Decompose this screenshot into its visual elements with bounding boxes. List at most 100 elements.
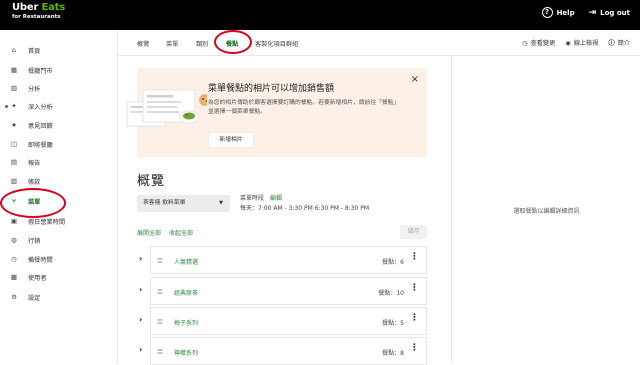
sidebar-item-analytics[interactable]: ▥ 分析 <box>0 80 117 96</box>
more-options-icon[interactable]: ⋮ <box>410 253 419 262</box>
sidebar-item-invoices[interactable]: ▧ 帳款 <box>0 173 117 189</box>
star-icon: ★ <box>11 121 17 129</box>
menu-hours: 菜單時段 編輯 每天：7:00 AM - 3:30 PM 6:30 PM - 8:… <box>240 194 369 214</box>
drag-handle-icon[interactable]: 〓 <box>157 317 163 326</box>
unread-dot <box>5 105 8 108</box>
category-name[interactable]: 經典原茶 <box>174 288 198 297</box>
category-item-count: 餐點：6 <box>382 259 404 266</box>
sidebar-item-label: 行銷 <box>28 237 41 245</box>
more-options-icon[interactable]: ⋮ <box>410 314 419 323</box>
sidebar-item-feedback[interactable]: ★ 意見回饋 <box>0 117 117 133</box>
sidebar-item-marketing[interactable]: ◍ 行銷 <box>0 232 117 248</box>
sidebar-item-label: 分析 <box>28 85 41 93</box>
caret-down-icon: ▼ <box>219 200 223 206</box>
logo-eats-text: Eats <box>41 2 66 13</box>
menu-hours-value: 每天：7:00 AM - 3:30 PM 6:30 PM - 8:30 PM <box>240 205 370 212</box>
drag-handle-icon[interactable]: 〓 <box>157 256 163 265</box>
info-icon: ⓘ <box>608 40 615 47</box>
category-name[interactable]: 人氣精選 <box>174 257 198 266</box>
logo-subtitle: for Restaurants <box>12 14 61 20</box>
sidebar-item-insights[interactable]: ✦ 深入分析 <box>0 98 117 114</box>
menu-dropdown-value: 茶客棧 飲料菜單 <box>143 200 186 206</box>
banner-title: 菜單餐點的相片可以增加銷售額 <box>208 84 335 94</box>
banner-body: 為您的相片傳助於顧客選擇要訂購的餐點。若要新增相片，請前往「餐點」並選擇一個菜單… <box>208 100 397 115</box>
category-row[interactable]: › 〓 檸檬系列 餐點：8 ⋮ <box>137 337 427 365</box>
preview-online-link[interactable]: ◉ 線上檢視 <box>565 38 598 47</box>
category-item-count: 餐點：10 <box>378 290 404 297</box>
invoice-icon: ▧ <box>10 177 18 185</box>
chevron-right-icon[interactable]: › <box>139 345 142 354</box>
sidebar-item-label: 帳款 <box>28 178 41 186</box>
drag-handle-icon[interactable]: 〓 <box>157 347 163 356</box>
save-button[interactable]: 儲存 <box>400 225 427 239</box>
menu-card-illustration <box>126 89 207 127</box>
item-details-panel: 選取餐點以編輯詳細資訊 <box>451 56 640 363</box>
users-icon: ▩ <box>10 273 18 281</box>
menu-hours-label: 菜單時段 <box>240 195 265 202</box>
sidebar-item-prep-time[interactable]: ◷ 備餐時間 <box>0 251 117 267</box>
category-item-count: 餐點：5 <box>382 320 404 327</box>
chevron-right-icon[interactable]: › <box>139 285 142 294</box>
intro-label: 簡介 <box>617 40 630 47</box>
edit-hours-link[interactable]: 編輯 <box>270 195 282 202</box>
category-row[interactable]: › 〓 經典原茶 餐點：10 ⋮ <box>137 277 427 305</box>
sidebar-item-reports[interactable]: ▤ 報告 <box>0 154 117 170</box>
tab-overview[interactable]: 概覽 <box>137 39 149 48</box>
menu-dropdown[interactable]: 茶客棧 飲料菜單 ▼ <box>137 195 230 212</box>
chevron-right-icon[interactable]: › <box>139 254 142 263</box>
sidebar-item-label: 備餐時間 <box>28 256 53 264</box>
logout-button[interactable]: ⇥ Log out <box>589 8 630 18</box>
expand-all-link[interactable]: 展開全部 <box>137 230 161 237</box>
expand-collapse-links: 展開全部 收起全部 <box>137 228 201 237</box>
category-name[interactable]: 檸檬系列 <box>174 348 198 357</box>
sidebar-item-label: 即將餐廳 <box>28 141 53 149</box>
sidebar-item-settings[interactable]: ⚙ 設定 <box>0 289 117 305</box>
sidebar-item-label: 設定 <box>28 294 41 302</box>
marketing-icon: ◍ <box>11 236 17 244</box>
prep-time-icon: ◷ <box>11 255 17 263</box>
more-options-icon[interactable]: ⋮ <box>410 284 419 293</box>
sidebar-item-label: 使用者 <box>28 274 47 282</box>
sidebar-item-label: 報告 <box>28 159 41 167</box>
category-row[interactable]: › 〓 梅子系列 餐點：5 ⋮ <box>137 307 427 335</box>
home-icon: ⌂ <box>11 46 17 54</box>
view-changes-link[interactable]: ◷ 查看變更 <box>522 38 555 47</box>
tab-menus[interactable]: 菜單 <box>166 39 178 48</box>
help-button[interactable]: ? Help <box>541 7 575 18</box>
logout-label: Log out <box>600 8 630 17</box>
help-label: Help <box>556 8 575 17</box>
more-options-icon[interactable]: ⋮ <box>410 344 419 353</box>
collapse-all-link[interactable]: 收起全部 <box>169 230 193 237</box>
sidebar-item-label: 首頁 <box>28 47 41 55</box>
store-icon: ▦ <box>10 66 18 74</box>
sidebar-item-users[interactable]: ▩ 使用者 <box>0 269 117 285</box>
tab-categories[interactable]: 類別 <box>196 39 208 48</box>
category-row[interactable]: › 〓 人氣精選 餐點：6 ⋮ <box>137 246 427 274</box>
tab-modifier-groups[interactable]: 客製化項目群組 <box>255 39 298 48</box>
menu-subnav: 概覽 菜單 類別 餐點 客製化項目群組 ◷ 查看變更 ◉ 線上檢視 ⓘ 簡介 <box>118 30 640 56</box>
sidebar-item-stores[interactable]: ▦ 餐廳門市 <box>0 62 117 78</box>
drag-handle-icon[interactable]: 〓 <box>157 287 163 296</box>
intro-link[interactable]: ⓘ 簡介 <box>608 38 630 47</box>
logo-uber-text: Uber <box>12 2 39 13</box>
view-changes-label: 查看變更 <box>530 40 556 47</box>
select-item-hint: 選取餐點以編輯詳細資訊 <box>513 208 580 215</box>
logout-icon: ⇥ <box>588 7 597 18</box>
chevron-right-icon[interactable]: › <box>139 315 142 324</box>
category-name[interactable]: 梅子系列 <box>174 318 198 327</box>
bag-icon: ◫ <box>10 140 18 148</box>
eye-icon: ◉ <box>565 40 571 47</box>
analytics-icon: ▥ <box>10 84 18 92</box>
sidebar-item-label: 深入分析 <box>28 103 53 111</box>
uber-eats-logo[interactable]: Uber Eats for Restaurants <box>12 3 65 21</box>
report-icon: ▤ <box>10 158 18 166</box>
sidebar-item-label: 餐廳門市 <box>28 67 53 75</box>
add-photo-button[interactable]: 新增相片 <box>208 132 254 148</box>
annotation-circle-menu-nav <box>0 188 66 218</box>
page-title: 概覽 <box>137 174 166 189</box>
sidebar-item-home[interactable]: ⌂ 首頁 <box>0 42 117 58</box>
category-item-count: 餐點：8 <box>382 350 404 357</box>
sidebar-item-orders[interactable]: ◫ 即將餐廳 <box>0 136 117 152</box>
top-bar: Uber Eats for Restaurants ? Help ⇥ Log o… <box>0 0 640 30</box>
close-icon[interactable]: × <box>411 74 419 85</box>
